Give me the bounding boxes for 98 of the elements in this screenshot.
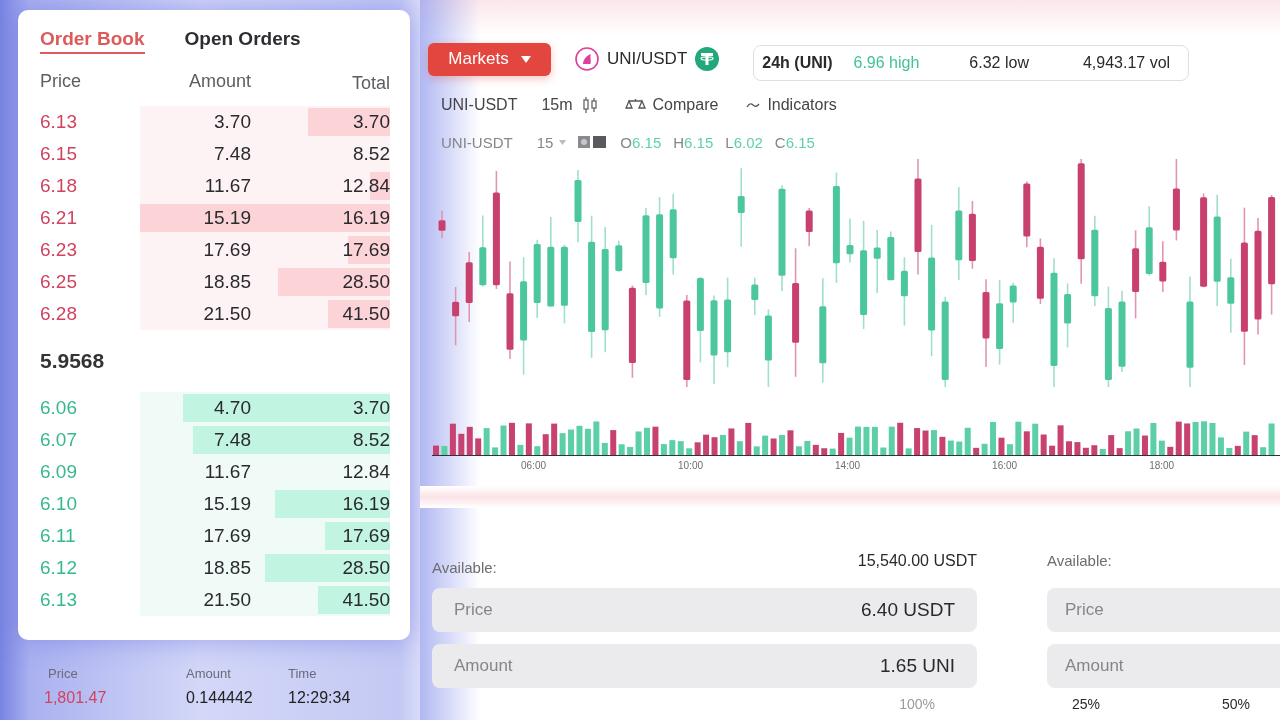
ohlc-value: 6.02	[733, 133, 763, 151]
stats-volume: 4,943.17 vol	[1082, 54, 1171, 72]
column-header: Amount	[187, 70, 251, 92]
ohlc-value: 6.15	[785, 133, 815, 151]
bid-amount: 7.48	[213, 429, 251, 451]
stats-high: 6.96 high	[853, 54, 920, 72]
trade-amount: 0.144442	[186, 689, 254, 707]
toolbar-item[interactable]: Indicators	[767, 96, 837, 114]
ask-amount: 18.85	[202, 271, 251, 293]
bid-price: 6.07	[40, 429, 78, 451]
ohlc-label: L	[725, 133, 734, 151]
axis-label: 16:00	[992, 460, 1018, 473]
bid-total: 41.50	[341, 589, 390, 611]
ask-price: 6.23	[40, 239, 78, 261]
percent-option[interactable]: 50%	[1222, 696, 1251, 714]
bid-amount: 15.19	[202, 493, 251, 515]
field-value: 1.65 UNI	[880, 655, 955, 677]
ask-total: 16.19	[341, 207, 390, 229]
bid-price: 6.12	[40, 557, 78, 579]
stats-period: 24h (UNI)	[762, 54, 833, 72]
ask-amount: 3.70	[213, 111, 251, 133]
ask-amount: 7.48	[213, 143, 251, 165]
ask-price: 6.21	[40, 207, 78, 229]
ask-total: 17.69	[341, 239, 390, 261]
bid-amount: 4.70	[213, 397, 251, 419]
column-header: Total	[350, 71, 390, 94]
field-label: Price	[1065, 600, 1104, 620]
input-field[interactable]: Amount 1.65 UNI	[432, 644, 977, 688]
column-header: Amount	[186, 666, 232, 681]
candles-icon[interactable]	[582, 96, 597, 114]
t-coin-icon	[695, 47, 720, 71]
trade-price: 1,801.47	[44, 689, 108, 707]
bid-total: 12.84	[341, 461, 390, 483]
bid-total: 17.69	[341, 525, 390, 547]
coin-logo-icon	[575, 47, 599, 71]
column-header: Time	[288, 666, 318, 681]
bid-price: 6.06	[40, 397, 78, 419]
ask-price: 6.13	[40, 111, 78, 133]
axis-label: 10:00	[678, 460, 704, 473]
bid-price: 6.10	[40, 493, 78, 515]
tab[interactable]: Order Book	[40, 20, 145, 54]
bid-amount: 11.67	[203, 461, 251, 483]
bid-total: 3.70	[352, 397, 390, 419]
percent-option[interactable]: 25%	[1072, 696, 1101, 714]
column-header: Price	[40, 70, 82, 92]
ohlc-value: 6.15	[632, 133, 662, 151]
bid-total: 16.19	[341, 493, 390, 515]
available-label: Available:	[1047, 552, 1112, 569]
ask-total: 28.50	[341, 271, 390, 293]
symbol-label: UNI-USDT	[441, 133, 513, 151]
squares-icon[interactable]	[578, 136, 607, 148]
ask-amount: 17.69	[202, 239, 251, 261]
field-label: Amount	[1065, 656, 1124, 676]
bid-amount: 17.69	[202, 525, 251, 547]
ohlc-label: H	[673, 133, 685, 151]
markets-button[interactable]: Markets	[428, 42, 551, 76]
bid-total: 8.52	[352, 429, 390, 451]
field-label: Price	[454, 600, 493, 620]
wave-icon	[746, 101, 761, 109]
ask-price: 6.25	[40, 271, 78, 293]
axis-label: 14:00	[835, 460, 861, 473]
ask-total: 3.70	[352, 111, 390, 133]
available-value: 15,540.00 USDT	[857, 552, 977, 570]
bid-amount: 21.50	[202, 589, 251, 611]
available-label: Available:	[432, 559, 497, 576]
symbol-label: UNI-USDT	[441, 96, 518, 114]
ohlc-label: O	[620, 133, 633, 151]
field-value: 6.40 USDT	[861, 599, 955, 621]
bid-total: 28.50	[341, 557, 390, 579]
toolbar-item[interactable]: Compare	[652, 96, 719, 114]
ask-price: 6.15	[40, 143, 78, 165]
field-label: Amount	[454, 656, 513, 676]
last-price: 5.9568	[40, 349, 105, 373]
bid-price: 6.11	[40, 525, 77, 547]
ohlc-label: C	[774, 133, 786, 151]
ask-total: 12.84	[341, 175, 390, 197]
column-header: Price	[48, 666, 79, 681]
ask-amount: 11.67	[203, 175, 251, 197]
bid-price: 6.13	[40, 589, 78, 611]
interval-label[interactable]: 15	[536, 133, 554, 151]
input-field[interactable]: Price 6.40 USDT	[432, 588, 977, 632]
trade-time: 12:29:34	[288, 689, 352, 707]
interval-button[interactable]: 15m	[541, 96, 573, 114]
ohlc-value: 6.15	[684, 133, 714, 151]
tab[interactable]: Open Orders	[184, 20, 301, 52]
ask-amount: 21.50	[202, 303, 251, 325]
bid-amount: 18.85	[202, 557, 251, 579]
caret-icon	[520, 55, 531, 63]
ask-total: 8.52	[352, 143, 390, 165]
ask-price: 6.18	[40, 175, 78, 197]
ask-total: 41.50	[341, 303, 390, 325]
bid-price: 6.09	[40, 461, 78, 483]
axis-label: 06:00	[521, 460, 547, 473]
ask-price: 6.28	[40, 303, 78, 325]
ask-amount: 15.19	[202, 207, 251, 229]
stats-low: 6.32 low	[969, 54, 1029, 72]
pair-label[interactable]: UNI/USDT	[607, 49, 688, 69]
axis-label: 18:00	[1149, 460, 1175, 473]
